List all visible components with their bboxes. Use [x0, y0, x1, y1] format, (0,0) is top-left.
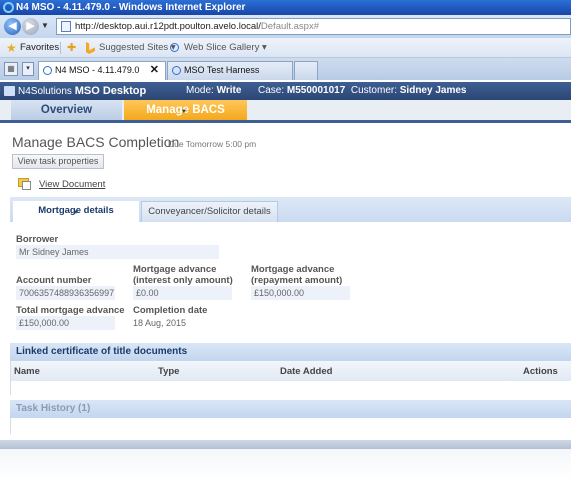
mode-indicator: Mode: Write [186, 85, 242, 96]
browser-tab-test-harness[interactable]: MSO Test Harness [167, 61, 293, 80]
url-prefix: http://desktop.aui.r12pdt.poulton.avelo.… [75, 21, 261, 32]
tab-conveyancer-details[interactable]: Conveyancer/Solicitor details [141, 201, 278, 222]
ie-tab-icon [43, 66, 52, 75]
url-suffix: Default.aspx# [260, 21, 319, 32]
internet-explorer-icon [3, 2, 14, 13]
column-actions[interactable]: Actions [523, 366, 558, 377]
column-type[interactable]: Type [158, 366, 179, 377]
document-icon[interactable] [18, 178, 31, 190]
new-tab-button[interactable] [294, 61, 318, 80]
favorites-bar: ★ Favorites ✚ Suggested Sites ▾ Web Slic… [0, 38, 571, 58]
favorites-button[interactable]: Favorites [20, 38, 59, 58]
advance-interest-label-line1: Mortgage advance [133, 264, 217, 275]
linked-documents-header[interactable]: Linked certificate of title documents [10, 343, 571, 361]
footer-bar [0, 440, 571, 449]
footer-area [0, 449, 571, 480]
history-dropdown-icon[interactable]: ▼ [41, 21, 49, 30]
window-title: N4 MSO - 4.11.479.0 - Windows Internet E… [16, 2, 246, 13]
page-icon [61, 21, 71, 32]
forward-arrow-icon[interactable]: ▶ [22, 18, 39, 35]
view-task-properties-button[interactable]: View task properties [12, 154, 104, 169]
suggested-sites-link[interactable]: Suggested Sites ▾ [99, 38, 176, 58]
advance-repayment-label-line2: (repayment amount) [251, 275, 343, 286]
case-indicator: Case: M550001017 Customer: Sidney James [258, 85, 467, 96]
chevron-down-icon: ▼ [73, 210, 79, 216]
url-field[interactable]: http://desktop.aui.r12pdt.poulton.avelo.… [56, 18, 571, 35]
favorites-star-icon[interactable]: ★ [6, 38, 17, 58]
completion-date-label: Completion date [133, 305, 208, 316]
ie-tab-icon [172, 66, 181, 75]
view-document-link[interactable]: View Document [39, 179, 105, 190]
borrower-value: Mr Sidney James [16, 245, 219, 259]
advance-interest-label-line2: (interest only amount) [133, 275, 233, 286]
task-history-body [10, 418, 571, 434]
close-tab-icon[interactable]: ✕ [150, 62, 159, 79]
due-date: Due Tomorrow 5:00 pm [168, 139, 257, 149]
n4-logo-icon [4, 86, 15, 96]
browser-tab-label: N4 MSO - 4.11.479.0 [55, 65, 140, 75]
advance-repayment-value: £150,000.00 [251, 286, 350, 300]
web-slice-gallery-link[interactable]: Web Slice Gallery ▾ [184, 38, 267, 58]
window-title-bar: N4 MSO - 4.11.479.0 - Windows Internet E… [0, 0, 571, 15]
account-number-value: 7006357488936356997 [16, 286, 115, 300]
tab-list-icon[interactable]: ▾ [22, 62, 34, 76]
app-nav-strip: Overview Manage BACS Comp... ▼ [0, 100, 571, 136]
tab-manage-bacs[interactable]: Manage BACS Comp... ▼ [124, 100, 247, 136]
tab-mortgage-details[interactable]: Mortgage details ▼ [13, 201, 139, 222]
browser-tab-label: MSO Test Harness [184, 65, 260, 75]
page-title: Manage BACS Completion [12, 134, 180, 150]
detail-tabs: Mortgage details ▼ Conveyancer/Solicitor… [10, 197, 571, 222]
column-name[interactable]: Name [14, 366, 40, 377]
task-history-header[interactable]: Task History (1) [10, 400, 571, 418]
app-brand: N4Solutions MSO Desktop [18, 85, 147, 97]
chevron-down-icon: ▼ [181, 109, 187, 115]
account-number-label: Account number [16, 275, 92, 286]
address-bar-row: ◀ ▶ ▼ http://desktop.aui.r12pdt.poulton.… [0, 15, 571, 38]
advance-interest-value: £0.00 [133, 286, 232, 300]
total-advance-value: £150,000.00 [16, 316, 115, 330]
ie-page-icon [170, 43, 179, 52]
column-date-added[interactable]: Date Added [280, 366, 332, 377]
back-arrow-icon[interactable]: ◀ [4, 18, 21, 35]
add-favorite-icon[interactable]: ✚ [67, 38, 76, 58]
browser-tab-n4-mso[interactable]: N4 MSO - 4.11.479.0 ✕ [38, 61, 166, 80]
linked-documents-body [10, 381, 571, 395]
completion-date-value: 18 Aug, 2015 [133, 318, 187, 328]
total-advance-label: Total mortgage advance [16, 305, 125, 316]
borrower-label: Borrower [16, 234, 59, 245]
quick-tabs-icon[interactable]: ▦ [4, 62, 18, 76]
browser-tab-bar: ▦ ▾ N4 MSO - 4.11.479.0 ✕ MSO Test Harne… [0, 58, 571, 80]
advance-repayment-label-line1: Mortgage advance [251, 264, 335, 275]
divider [60, 42, 61, 54]
bing-icon [86, 42, 95, 54]
app-header: N4Solutions MSO Desktop Mode: Write Case… [0, 82, 571, 100]
tab-overview[interactable]: Overview [11, 100, 122, 120]
